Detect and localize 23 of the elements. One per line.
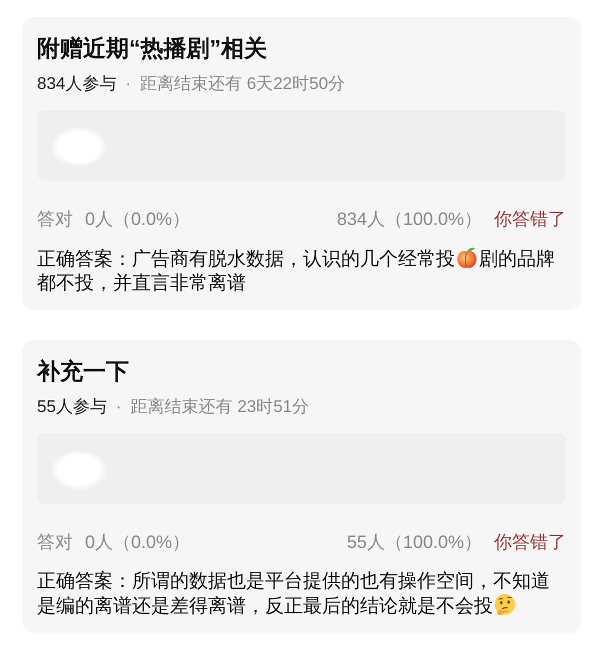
separator-dot: · <box>125 73 132 95</box>
correct-count: 0人（0.0%） <box>85 208 190 231</box>
answer-text: 剧的品牌 <box>479 249 555 270</box>
answer-text: 正确答案：所谓的数据也是平台提供的也有操作空间，不知道 <box>37 571 550 592</box>
countdown-text: 距离结束还有 23时51分 <box>130 396 310 418</box>
thinking-face-icon <box>494 594 516 616</box>
answer-text: 正确答案：广告商有脱水数据，认识的几个经常投 <box>37 249 455 270</box>
separator-dot: · <box>116 396 122 418</box>
participant-count: 834人参与 <box>37 73 116 95</box>
poll-title: 补充一下 <box>37 357 130 386</box>
answer-text: 都不投，并直言非常离谱 <box>37 273 246 294</box>
participant-count: 55人参与 <box>37 396 107 418</box>
wrong-count: 55人（100.0%） <box>346 531 482 554</box>
verdict-text: 你答错了 <box>494 208 566 231</box>
verdict-text: 你答错了 <box>494 531 566 554</box>
countdown-text: 距离结束还有 6天22时50分 <box>140 73 346 95</box>
correct-label: 答对 <box>37 208 73 231</box>
poll-title: 附赠近期“热播剧”相关 <box>37 34 268 63</box>
correct-label: 答对 <box>37 531 73 554</box>
wrong-count: 834人（100.0%） <box>336 208 482 231</box>
peach-emoji-icon <box>456 247 478 269</box>
correct-count: 0人（0.0%） <box>85 531 190 554</box>
answer-text: 是编的离谱还是差得离谱，反正最后的结论就是不会投 <box>37 596 493 617</box>
